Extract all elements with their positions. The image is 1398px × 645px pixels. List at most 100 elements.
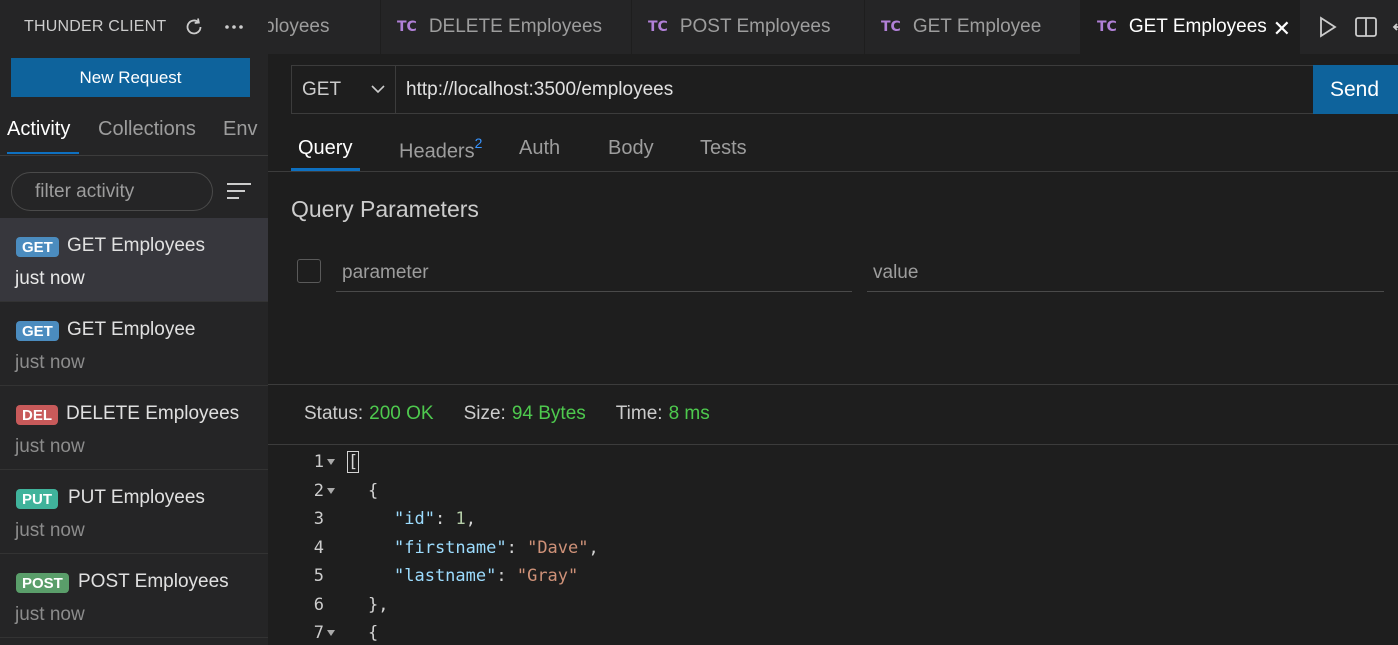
time-value: 8 ms xyxy=(668,403,710,424)
code-bracket: [ xyxy=(346,451,360,473)
new-request-button[interactable]: New Request xyxy=(11,58,250,97)
method-badge: GET xyxy=(16,321,59,341)
value-input[interactable]: value xyxy=(867,254,1384,292)
tab-headers-label: Headers xyxy=(399,140,475,163)
status-value: 200 OK xyxy=(369,403,434,424)
activity-time: just now xyxy=(15,268,85,289)
tab-label: ployees xyxy=(268,16,330,37)
size-value: 94 Bytes xyxy=(511,403,586,424)
fold-chevron-icon[interactable] xyxy=(327,459,335,465)
parameter-input[interactable]: parameter xyxy=(336,254,852,292)
activity-name: DELETE Employees xyxy=(66,403,240,424)
tab-label: GET Employees xyxy=(1128,16,1267,37)
chevron-down-icon xyxy=(371,85,385,94)
tab-query[interactable]: Query xyxy=(298,137,352,160)
activity-time: just now xyxy=(15,352,85,373)
sidebar-title: THUNDER CLIENT xyxy=(24,18,167,35)
run-icon[interactable] xyxy=(1318,15,1338,39)
active-tab-indicator xyxy=(291,168,360,171)
response-status-row: Status: 200 OK Size: 94 Bytes Time: 8 ms xyxy=(304,403,740,425)
filter-activity-input[interactable]: filter activity xyxy=(11,172,213,211)
editor-tab-active[interactable]: TC GET Employees ✕ xyxy=(1081,0,1300,54)
headers-count: 2 xyxy=(474,135,483,151)
tab-label: GET Employee xyxy=(912,16,1042,37)
time-label: Time: xyxy=(615,403,663,424)
query-parameters-title: Query Parameters xyxy=(291,196,479,222)
tab-label: POST Employees xyxy=(679,16,831,37)
code-text: "lastname": "Gray" xyxy=(394,566,579,586)
activity-time: just now xyxy=(15,520,85,541)
code-text: "firstname": "Dave", xyxy=(394,538,599,558)
tab-headers[interactable]: Headers2 xyxy=(399,135,483,164)
method-badge: POST xyxy=(16,573,69,593)
status-label: Status: xyxy=(304,403,364,424)
activity-item[interactable]: DEL DELETE Employees just now xyxy=(0,386,268,470)
send-button[interactable]: Send xyxy=(1313,65,1398,114)
activity-list: GET GET Employees just now GET GET Emplo… xyxy=(0,218,268,638)
editor-tab[interactable]: ployees xyxy=(268,0,381,54)
json-number: 1 xyxy=(455,509,466,529)
editor-tabs: ployees TC DELETE Employees TC POST Empl… xyxy=(268,0,1398,54)
method-value: GET xyxy=(302,78,342,100)
activity-item[interactable]: PUT PUT Employees just now xyxy=(0,470,268,554)
line-number: 7 xyxy=(313,623,324,643)
divider xyxy=(268,384,1398,385)
activity-name: PUT Employees xyxy=(68,487,205,508)
method-badge: DEL xyxy=(16,405,58,425)
activity-item[interactable]: GET GET Employee just now xyxy=(0,302,268,386)
active-tab-indicator xyxy=(7,152,79,154)
split-editor-icon[interactable] xyxy=(1354,15,1378,39)
fold-chevron-icon[interactable] xyxy=(327,488,335,494)
editor-tab[interactable]: TC POST Employees xyxy=(632,0,865,54)
fold-chevron-icon[interactable] xyxy=(327,630,335,636)
activity-item[interactable]: POST POST Employees just now xyxy=(0,554,268,638)
activity-name: POST Employees xyxy=(78,571,229,592)
tab-label: DELETE Employees xyxy=(428,16,603,37)
json-key: "firstname" xyxy=(394,538,507,558)
line-number: 6 xyxy=(313,595,324,615)
more-actions-icon[interactable] xyxy=(222,15,246,39)
code-text: { xyxy=(368,623,379,643)
sidebar-tabs: Activity Collections Env xyxy=(0,110,268,156)
json-key: "lastname" xyxy=(394,566,497,586)
code-text: [ xyxy=(346,451,360,473)
tab-tests[interactable]: Tests xyxy=(700,137,747,160)
tab-env[interactable]: Env xyxy=(223,118,257,141)
response-body[interactable]: 1 [ 2 { 3 "id": 1, 4 "firstname": "Dave"… xyxy=(268,446,1398,645)
sidebar: THUNDER CLIENT New Request Activity Coll… xyxy=(0,0,268,645)
code-text: "id": 1, xyxy=(394,509,476,529)
url-input[interactable]: http://localhost:3500/employees xyxy=(396,65,1314,114)
thunder-client-icon: TC xyxy=(397,19,417,35)
arrow-left-icon[interactable] xyxy=(1390,15,1398,39)
json-string: "Dave" xyxy=(527,538,589,558)
thunder-client-icon: TC xyxy=(648,19,668,35)
activity-time: just now xyxy=(15,604,85,625)
thunder-client-icon: TC xyxy=(1097,19,1117,35)
tab-body[interactable]: Body xyxy=(608,137,654,160)
thunder-client-icon: TC xyxy=(881,19,901,35)
close-icon[interactable]: ✕ xyxy=(1273,16,1291,42)
activity-name: GET Employee xyxy=(67,319,196,340)
tab-auth[interactable]: Auth xyxy=(519,137,560,160)
method-select[interactable]: GET xyxy=(291,65,396,114)
sort-icon[interactable] xyxy=(225,180,253,202)
code-text: { xyxy=(368,481,379,501)
editor-tab[interactable]: TC DELETE Employees xyxy=(381,0,632,54)
method-badge: GET xyxy=(16,237,59,257)
json-string: "Gray" xyxy=(516,566,579,586)
method-badge: PUT xyxy=(16,489,58,509)
line-number: 3 xyxy=(313,509,324,529)
tab-collections[interactable]: Collections xyxy=(98,118,196,141)
json-key: "id" xyxy=(394,509,435,529)
code-text: }, xyxy=(368,595,389,615)
editor-tab[interactable]: TC GET Employee xyxy=(865,0,1081,54)
divider xyxy=(268,444,1398,445)
activity-item[interactable]: GET GET Employees just now xyxy=(0,218,268,302)
line-number: 2 xyxy=(313,481,324,501)
refresh-icon[interactable] xyxy=(182,15,206,39)
tab-activity[interactable]: Activity xyxy=(7,118,70,141)
size-label: Size: xyxy=(463,403,506,424)
line-number: 5 xyxy=(313,566,324,586)
request-tabs: Query Headers2 Auth Body Tests xyxy=(268,128,1398,172)
param-checkbox[interactable] xyxy=(297,259,321,283)
